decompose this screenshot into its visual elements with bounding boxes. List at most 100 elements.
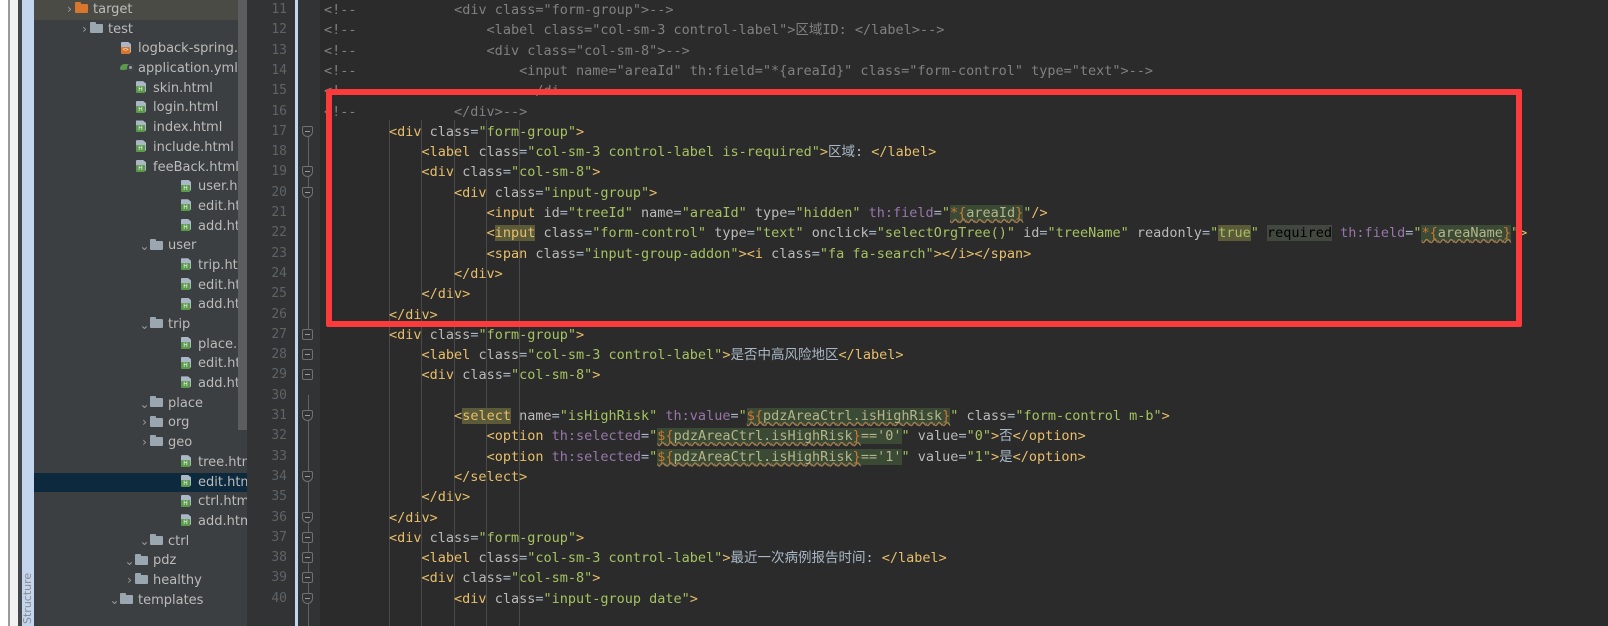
code-line-16[interactable]: <!-- </div>-->: [324, 102, 527, 122]
fold-toggle-icon[interactable]: [302, 349, 315, 362]
code-line-11[interactable]: <!-- <div class="form-group">-->: [324, 0, 674, 20]
fold-toggle-icon[interactable]: [302, 572, 315, 585]
chevron-right-icon[interactable]: ›: [139, 413, 150, 433]
tree-item-org[interactable]: › org: [34, 413, 247, 433]
chevron-right-icon[interactable]: ›: [79, 20, 90, 40]
tree-item-trip-html[interactable]: trip.html: [34, 256, 247, 276]
code-line-34[interactable]: </select>: [324, 467, 527, 487]
code-token: class: [454, 164, 503, 181]
chevron-down-icon[interactable]: ⌄: [139, 318, 150, 332]
chevron-right-icon[interactable]: ›: [139, 433, 150, 453]
chevron-right-icon[interactable]: ›: [124, 571, 135, 591]
code-line-39[interactable]: <div class="col-sm-8">: [324, 568, 601, 588]
fold-toggle-icon[interactable]: [302, 511, 315, 525]
tree-item-user-html[interactable]: user.html: [34, 177, 247, 197]
code-line-18[interactable]: <label class="col-sm-3 control-label is-…: [324, 142, 937, 162]
fold-toggle-icon[interactable]: [302, 552, 315, 565]
code-line-23[interactable]: <span class="input-group-addon"><i class…: [324, 244, 1032, 264]
fold-toggle-icon[interactable]: [302, 410, 315, 423]
project-tree-scrollbar[interactable]: [238, 0, 247, 430]
chevron-right-icon[interactable]: ›: [64, 0, 75, 20]
tree-item-user[interactable]: ⌄ user: [34, 236, 247, 256]
tree-item-target[interactable]: › target: [34, 0, 247, 20]
code-line-31[interactable]: <select name="isHighRisk" th:value="${pd…: [324, 406, 1170, 426]
code-line-19[interactable]: <div class="col-sm-8">: [324, 162, 601, 182]
code-token: '1': [877, 448, 902, 465]
code-line-25[interactable]: </div>: [324, 284, 471, 304]
code-line-40[interactable]: <div class="input-group date">: [324, 589, 698, 609]
tree-item-login-html[interactable]: login.html: [34, 98, 247, 118]
tree-item-index-html[interactable]: index.html: [34, 118, 247, 138]
tool-window-stripe-left[interactable]: [22, 0, 34, 626]
tree-item-pdz[interactable]: ⌄ pdz: [34, 551, 247, 571]
fold-toggle-box: [302, 531, 313, 543]
code-line-20[interactable]: <div class="input-group">: [324, 183, 657, 203]
chevron-down-icon[interactable]: ⌄: [124, 554, 135, 568]
code-line-28[interactable]: <label class="col-sm-3 control-label">是否…: [324, 345, 904, 365]
code-line-24[interactable]: </div>: [324, 264, 503, 284]
tree-item-test[interactable]: › test: [34, 20, 247, 40]
chevron-down-icon[interactable]: ⌄: [139, 239, 150, 253]
code-line-35[interactable]: </div>: [324, 487, 471, 507]
tree-item-templates[interactable]: ⌄ templates: [34, 591, 247, 611]
line-number: 32: [271, 428, 287, 444]
code-token: >: [933, 245, 942, 262]
code-line-29[interactable]: <div class="col-sm-8">: [324, 365, 601, 385]
tree-item-ctrl-html[interactable]: ctrl.html: [34, 492, 247, 512]
chevron-down-icon[interactable]: ⌄: [139, 534, 150, 548]
tree-item-skin-html[interactable]: skin.html: [34, 79, 247, 99]
tree-item-add-html[interactable]: add.html: [34, 512, 247, 532]
code-token: >: [990, 448, 1000, 465]
fold-toggle-icon[interactable]: [302, 470, 315, 484]
code-line-17[interactable]: <div class="form-group">: [324, 122, 584, 142]
tree-item-edit-html[interactable]: edit.html: [34, 354, 247, 374]
fold-toggle-icon[interactable]: [302, 328, 315, 342]
fold-toggle-icon[interactable]: [302, 592, 315, 606]
line-number: 27: [271, 326, 287, 342]
code-token: <div: [389, 326, 422, 343]
code-editor[interactable]: <!-- <div class="form-group">--> <!-- <la…: [320, 0, 1608, 626]
tree-item-edit-html[interactable]: edit.html: [34, 197, 247, 217]
tree-item-healthy[interactable]: › healthy: [34, 571, 247, 591]
fold-toggle-icon[interactable]: [302, 125, 315, 139]
tree-item-edit-html[interactable]: edit.html: [34, 472, 247, 493]
tree-item-add-html[interactable]: add.html: [34, 217, 247, 237]
tree-item-edit-html[interactable]: edit.html: [34, 276, 247, 296]
chevron-down-icon[interactable]: ⌄: [109, 593, 120, 607]
editor-folding-gutter[interactable]: [298, 0, 320, 626]
tree-item-include-html[interactable]: include.html: [34, 138, 247, 158]
chevron-down-icon[interactable]: ⌄: [139, 397, 150, 411]
tree-item-ctrl[interactable]: ⌄ ctrl: [34, 532, 247, 552]
fold-toggle-icon[interactable]: [302, 369, 315, 382]
code-token: </div>: [389, 509, 438, 526]
code-line-14[interactable]: <!-- <input name="areaId" th:field="*{ar…: [324, 61, 1153, 81]
tree-item-application-yml[interactable]: application.yml: [34, 59, 247, 79]
fold-toggle-icon[interactable]: [302, 166, 315, 179]
code-line-33[interactable]: <option th:selected="${pdzAreaCtrl.isHig…: [324, 447, 1086, 467]
code-token: <!--: [324, 62, 357, 79]
code-line-22[interactable]: <input class="form-control" type="text" …: [324, 223, 1527, 243]
code-line-37[interactable]: <div class="form-group">: [324, 528, 584, 548]
code-line-27[interactable]: <div class="form-group">: [324, 325, 584, 345]
tree-item-tree-html[interactable]: tree.html: [34, 453, 247, 473]
fold-toggle-icon[interactable]: [302, 531, 315, 545]
tree-item-logback-spring-xml[interactable]: logback-spring.xml: [34, 39, 247, 59]
code-line-32[interactable]: <option th:selected="${pdzAreaCtrl.isHig…: [324, 426, 1086, 446]
code-line-21[interactable]: <input id="treeId" name="areaId" type="h…: [324, 203, 1048, 223]
line-number: 20: [271, 184, 287, 200]
project-tree-panel[interactable]: ›target›testlogback-spring.xmlapplicatio…: [34, 0, 247, 626]
code-line-13[interactable]: <!-- <div class="col-sm-8">-->: [324, 41, 690, 61]
tree-item-add-html[interactable]: add.html: [34, 374, 247, 394]
code-line-15[interactable]: <! /di: [324, 81, 560, 101]
tree-item-add-html[interactable]: add.html: [34, 295, 247, 315]
tree-item-place-html[interactable]: place.html: [34, 335, 247, 355]
tree-item-geo[interactable]: › geo: [34, 433, 247, 453]
tree-item-place[interactable]: ⌄ place: [34, 394, 247, 414]
code-line-12[interactable]: <!-- <label class="col-sm-3 control-labe…: [324, 20, 944, 40]
code-line-38[interactable]: <label class="col-sm-3 control-label">最近…: [324, 548, 947, 568]
tree-item-trip[interactable]: ⌄ trip: [34, 315, 247, 335]
fold-toggle-icon[interactable]: [302, 186, 315, 200]
tree-item-feeback-html[interactable]: feeBack.html: [34, 158, 247, 178]
code-line-36[interactable]: </div>: [324, 508, 438, 528]
code-line-26[interactable]: </div>: [324, 305, 438, 325]
